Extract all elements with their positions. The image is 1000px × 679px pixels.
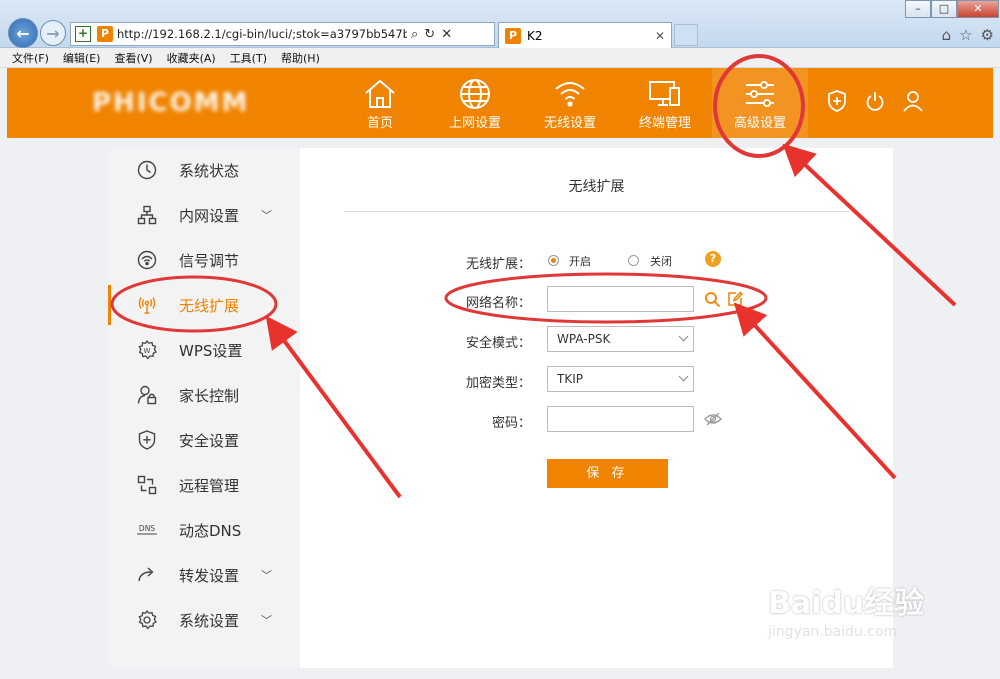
address-url[interactable]: http://192.168.2.1/cgi-bin/luci/;stok=a3… <box>117 27 407 41</box>
extend-on-label: 开启 <box>569 255 591 268</box>
chevron-down-icon <box>678 331 689 342</box>
security-mode-select[interactable]: WPA-PSK <box>547 326 694 352</box>
compat-icon[interactable]: + <box>75 26 91 42</box>
site-favicon-icon: P <box>97 26 113 42</box>
sidebar-item-remote[interactable]: 远程管理 <box>108 463 300 507</box>
chevron-down-icon <box>678 371 689 382</box>
remote-icon <box>137 475 157 495</box>
maximize-button[interactable]: □ <box>931 0 957 18</box>
chevron-down-icon: ﹀ <box>261 569 272 582</box>
svg-text:W: W <box>144 347 151 355</box>
tab-title: K2 <box>527 28 543 43</box>
save-button[interactable]: 保 存 <box>547 459 668 488</box>
scan-search-icon[interactable] <box>704 291 721 308</box>
menu-tools[interactable]: 工具(T) <box>230 50 267 66</box>
menu-edit[interactable]: 编辑(E) <box>63 50 101 66</box>
menu-bar: 文件(F) 编辑(E) 查看(V) 收藏夹(A) 工具(T) 帮助(H) <box>0 48 1000 68</box>
wifi-icon <box>555 82 585 107</box>
security-mode-value: WPA-PSK <box>557 332 611 346</box>
encryption-type-select[interactable]: TKIP <box>547 366 694 392</box>
settings-gear-icon <box>138 610 157 630</box>
tab-favicon-icon: P <box>505 27 521 44</box>
back-button[interactable]: ← <box>8 18 38 48</box>
globe-icon <box>460 79 490 109</box>
page-title: 无线扩展 <box>568 179 625 195</box>
browser-titlebar: ← → + P http://192.168.2.1/cgi-bin/luci/… <box>0 0 1000 48</box>
nav-devices[interactable]: 终端管理 <box>617 68 713 138</box>
signal-icon <box>137 250 157 270</box>
security-label: 安全模式： <box>465 336 531 351</box>
shield-icon <box>138 430 156 450</box>
password-label: 密码： <box>491 416 531 431</box>
menu-help[interactable]: 帮助(H) <box>281 50 320 66</box>
password-input[interactable] <box>547 406 694 432</box>
chevron-down-icon: ﹀ <box>261 209 272 222</box>
chevron-down-icon: ﹀ <box>261 614 272 627</box>
favorites-star-icon[interactable]: ☆ <box>959 26 972 44</box>
new-tab-button[interactable] <box>674 24 698 46</box>
tools-gear-icon[interactable]: ⚙ <box>981 26 994 44</box>
sidebar-item-ddns[interactable]: DNS 动态DNS <box>108 508 300 552</box>
nav-home[interactable]: 首页 <box>332 68 428 138</box>
sidebar-item-wireless-extend[interactable]: 无线扩展 <box>108 283 300 327</box>
browser-tab[interactable]: P K2 ✕ <box>498 22 672 48</box>
help-icon[interactable]: ? <box>705 251 721 267</box>
sidebar-item-system-settings[interactable]: 系统设置 ﹀ <box>108 598 300 642</box>
encryption-label: 加密类型： <box>465 376 531 391</box>
antenna-icon <box>138 297 156 314</box>
brand-logo: PHICOMM <box>92 88 250 118</box>
tab-close-icon[interactable]: ✕ <box>655 29 665 43</box>
extend-on-radio[interactable] <box>548 255 559 266</box>
parent-lock-icon <box>137 385 157 405</box>
shield-plus-icon[interactable] <box>827 90 847 112</box>
encryption-type-value: TKIP <box>557 372 583 386</box>
ssid-input[interactable] <box>547 286 694 312</box>
clock-icon <box>137 160 157 180</box>
sidebar-item-forwarding[interactable]: 转发设置 ﹀ <box>108 553 300 597</box>
forward-button[interactable]: → <box>40 20 66 46</box>
sidebar-item-signal[interactable]: 信号调节 <box>108 238 300 282</box>
stop-icon[interactable]: ✕ <box>441 27 452 42</box>
user-icon[interactable] <box>903 90 923 112</box>
extend-off-radio[interactable] <box>628 255 639 266</box>
sidebar: 系统状态 内网设置 ﹀ 信号调节 无线扩展 W WPS设置 家长控制 安全设置 … <box>108 148 300 668</box>
extend-off-label: 关闭 <box>650 255 672 268</box>
devices-icon <box>649 81 680 106</box>
svg-text:DNS: DNS <box>139 524 155 533</box>
sliders-icon <box>746 81 774 107</box>
home-browser-icon[interactable]: ⌂ <box>942 26 952 44</box>
nav-advanced[interactable]: 高级设置 <box>712 68 808 138</box>
sidebar-item-wps[interactable]: W WPS设置 <box>108 328 300 372</box>
window-close-button[interactable]: ✕ <box>957 0 999 18</box>
network-icon <box>137 205 157 225</box>
refresh-icon[interactable]: ↻ <box>424 27 435 42</box>
baidu-watermark: Baidu经验 jingyan.baidu.com <box>768 586 925 640</box>
power-icon[interactable] <box>865 90 885 112</box>
address-bar[interactable]: + P http://192.168.2.1/cgi-bin/luci/;sto… <box>70 22 495 46</box>
sidebar-item-security[interactable]: 安全设置 <box>108 418 300 462</box>
ssid-label: 网络名称： <box>465 296 531 311</box>
title-divider <box>344 211 849 212</box>
home-icon <box>365 79 395 108</box>
wps-gear-icon: W <box>138 340 157 360</box>
sidebar-item-parental[interactable]: 家长控制 <box>108 373 300 417</box>
extend-label: 无线扩展： <box>465 257 531 272</box>
dns-icon: DNS <box>137 524 157 535</box>
menu-file[interactable]: 文件(F) <box>12 50 49 66</box>
router-header: PHICOMM 首页 上网设置 无线设置 终端管理 高级设置 <box>7 68 993 138</box>
eye-hidden-icon[interactable] <box>704 412 722 426</box>
nav-wireless[interactable]: 无线设置 <box>522 68 618 138</box>
edit-icon[interactable] <box>727 291 743 307</box>
sidebar-item-lan[interactable]: 内网设置 ﹀ <box>108 193 300 237</box>
search-icon[interactable]: ⌕ <box>411 27 418 42</box>
menu-favorites[interactable]: 收藏夹(A) <box>167 50 216 66</box>
sidebar-item-system-status[interactable]: 系统状态 <box>108 148 300 192</box>
forward-icon <box>138 567 154 582</box>
nav-internet[interactable]: 上网设置 <box>427 68 523 138</box>
menu-view[interactable]: 查看(V) <box>114 50 152 66</box>
minimize-button[interactable]: – <box>905 0 931 18</box>
